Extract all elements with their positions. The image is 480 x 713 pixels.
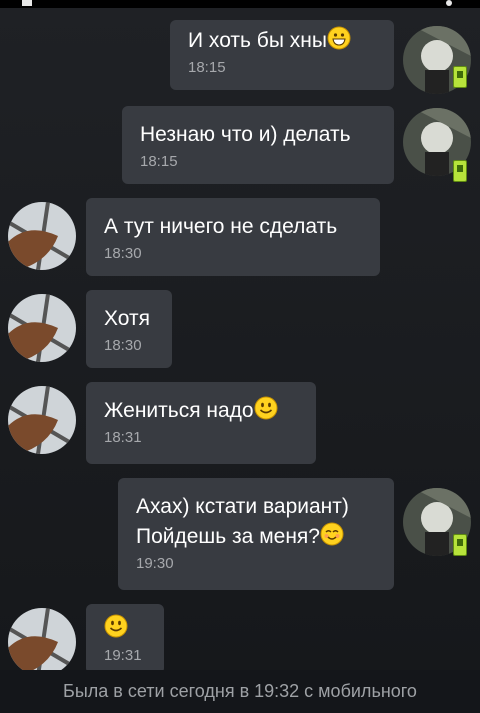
message-time: 19:31 <box>104 647 142 664</box>
message-text: Незнаю что и) делать <box>140 123 351 146</box>
message-time: 18:30 <box>104 337 142 354</box>
contact-avatar[interactable] <box>8 386 76 454</box>
message-bubble[interactable]: Ахах) кстати вариант) Пойдешь за меня? 1… <box>118 478 394 590</box>
smile-emoji-icon <box>104 614 128 638</box>
status-bar <box>0 0 480 8</box>
message-bubble[interactable]: 19:31 <box>86 604 164 674</box>
contact-avatar[interactable] <box>8 608 76 676</box>
message-text: Ахах) кстати вариант) <box>136 495 349 518</box>
chat-area[interactable]: И хоть бы хны 18:15 Незнаю что и) делать… <box>0 8 480 676</box>
message-time: 19:30 <box>136 555 174 572</box>
mobile-device-icon <box>453 66 467 88</box>
message-text: И хоть бы хны <box>188 29 327 52</box>
message-text: Жениться надо <box>104 399 254 422</box>
message-time: 18:15 <box>140 153 178 170</box>
message-text-wrap: Пойдешь за меня? <box>136 522 376 552</box>
message-text-wrap: Жениться надо <box>104 396 298 426</box>
message-time: 18:15 <box>188 59 226 76</box>
grin-emoji-icon <box>327 26 351 50</box>
contact-avatar[interactable] <box>8 202 76 270</box>
mobile-device-icon <box>453 534 467 556</box>
message-bubble[interactable]: Жениться надо 18:31 <box>86 382 316 464</box>
back-icon[interactable] <box>22 0 32 6</box>
blush-emoji-icon <box>320 522 344 546</box>
smile-emoji-icon <box>254 396 278 420</box>
message-time: 18:31 <box>104 429 142 446</box>
message-text: А тут ничего не сделать <box>104 215 338 238</box>
last-seen-status: Была в сети сегодня в 19:32 с мобильного <box>0 670 480 713</box>
mobile-device-icon <box>453 160 467 182</box>
message-bubble[interactable]: И хоть бы хны 18:15 <box>170 20 394 90</box>
message-text-wrap <box>104 614 146 644</box>
message-text-wrap: И хоть бы хны <box>188 26 376 56</box>
menu-icon[interactable] <box>446 0 452 6</box>
message-bubble[interactable]: А тут ничего не сделать 18:30 <box>86 198 380 276</box>
message-time: 18:30 <box>104 245 142 262</box>
message-text: Хотя <box>104 307 150 330</box>
message-bubble[interactable]: Незнаю что и) делать 18:15 <box>122 106 394 184</box>
message-text-line2: Пойдешь за меня? <box>136 525 320 548</box>
contact-avatar[interactable] <box>8 294 76 362</box>
message-bubble[interactable]: Хотя 18:30 <box>86 290 172 368</box>
